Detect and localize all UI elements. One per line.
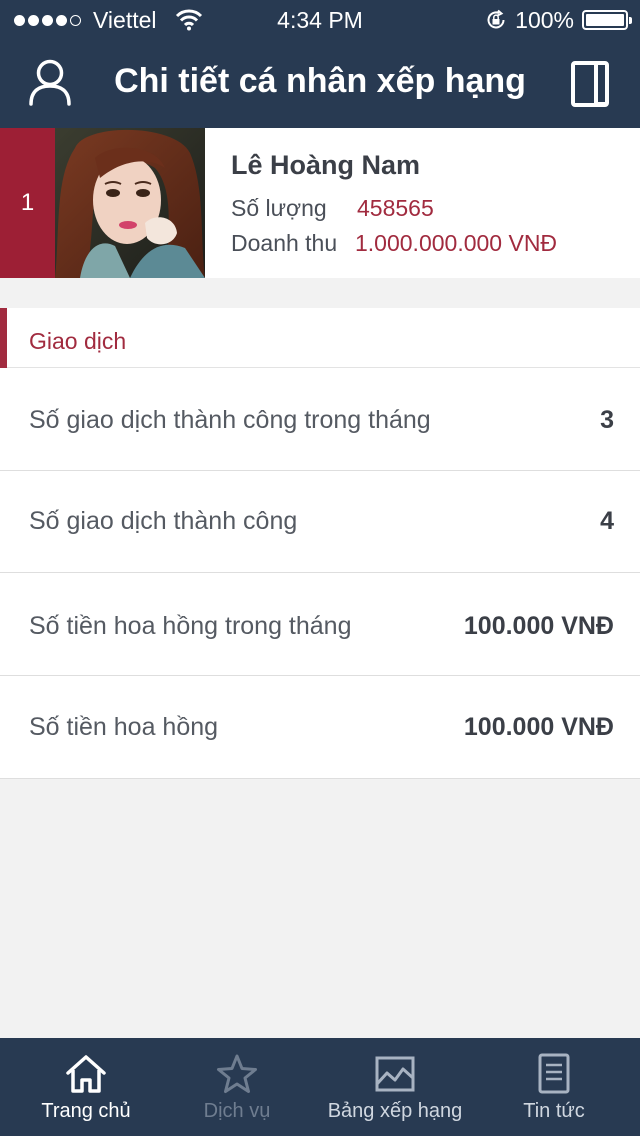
row-label: Số tiền hoa hồng trong tháng (29, 612, 352, 640)
chart-icon (375, 1056, 415, 1092)
tab-label: Dịch vụ (203, 1100, 271, 1122)
status-bar: Viettel 4:34 PM 100% (0, 0, 640, 40)
section-title: Giao dịch (29, 328, 127, 354)
tab-label: Tin tức (523, 1100, 585, 1122)
avatar (55, 128, 205, 278)
document-icon (538, 1053, 570, 1094)
row-value: 3 (600, 406, 614, 434)
section-header: Giao dịch (0, 308, 640, 368)
list-item[interactable]: Số giao dịch thành công 4 (0, 471, 640, 573)
tab-leaderboard[interactable]: Bảng xếp hạng (320, 1038, 470, 1136)
section-accent-bar (0, 308, 7, 368)
home-icon (66, 1055, 106, 1093)
battery-percent: 100% (515, 6, 574, 33)
list-item[interactable]: Số tiền hoa hồng trong tháng 100.000 VNĐ (0, 573, 640, 676)
tab-label: Trang chủ (41, 1100, 131, 1122)
list-item[interactable]: Số giao dịch thành công trong tháng 3 (0, 368, 640, 471)
book-button[interactable] (570, 60, 610, 108)
row-label: Số giao dịch thành công (29, 507, 298, 535)
profile-card: 1 Lê Hoàng Nam Số lượng 458565 Doanh thu… (0, 128, 640, 278)
book-icon (571, 61, 609, 107)
revenue-value: 1.000.000.000 VNĐ (355, 230, 558, 256)
row-value: 4 (600, 507, 614, 535)
battery-icon (582, 10, 632, 30)
navigation-bar: Chi tiết cá nhân xếp hạng (0, 40, 640, 128)
page-title: Chi tiết cá nhân xếp hạng (114, 62, 526, 100)
row-value: 100.000 VNĐ (463, 612, 614, 640)
star-icon (217, 1054, 257, 1093)
row-value: 100.000 VNĐ (463, 713, 614, 741)
status-bar-right: 100% (485, 0, 632, 40)
list-item[interactable]: Số tiền hoa hồng 100.000 VNĐ (0, 676, 640, 779)
row-label: Số tiền hoa hồng (29, 713, 219, 741)
row-label: Số giao dịch thành công trong tháng (29, 406, 431, 434)
quantity-value: 458565 (357, 195, 434, 221)
rank-badge: 1 (0, 128, 55, 278)
tab-home[interactable]: Trang chủ (0, 1038, 172, 1136)
tab-news[interactable]: Tin tức (494, 1038, 614, 1136)
tab-services[interactable]: Dịch vụ (172, 1038, 302, 1136)
profile-name: Lê Hoàng Nam (231, 150, 421, 180)
rotation-lock-icon (487, 9, 505, 29)
quantity-label: Số lượng (231, 195, 327, 221)
tab-label: Bảng xếp hạng (327, 1100, 463, 1122)
revenue-label: Doanh thu (231, 230, 338, 256)
tab-bar: Trang chủ Dịch vụ Bảng xếp hạng Tin tức (0, 1038, 640, 1136)
